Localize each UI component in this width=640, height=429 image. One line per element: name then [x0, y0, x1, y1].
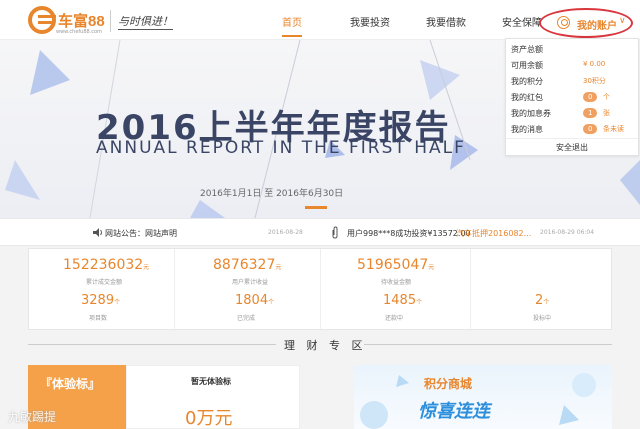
- invest-feed-link[interactable]: 汽车抵押2016082...: [456, 228, 531, 239]
- page: 车富88 www.chefu88.com 与时俱进！ 首页 我要投资 我要借款 …: [0, 0, 640, 429]
- stat-count: 1485个: [383, 293, 423, 308]
- logo-mark-icon: [28, 6, 56, 34]
- carousel-dot-active[interactable]: [305, 206, 327, 209]
- user-icon: [557, 16, 570, 29]
- invest-feed-date: 2016-08-29 06:04: [540, 229, 595, 236]
- balance-value: ¥ 0.00: [583, 60, 606, 68]
- stat-count-caption: 还款中: [385, 315, 404, 322]
- stat-bidding: 2个 投标中: [471, 249, 612, 331]
- divider-line: [364, 344, 612, 345]
- divider-line: [28, 344, 276, 345]
- watermark-text: 九敏踢提: [8, 410, 57, 424]
- site-header: 车富88 www.chefu88.com 与时俱进！ 首页 我要投资 我要借款 …: [0, 0, 640, 40]
- platform-stats: 152236032元 累计成交金额 3289个 项目数 8876327元 用户累…: [28, 248, 612, 331]
- badge-unit: 张: [603, 109, 610, 117]
- carousel-indicator[interactable]: [305, 206, 345, 210]
- slogan: 与时俱进！: [118, 15, 173, 30]
- nav-borrow[interactable]: 我要借款: [426, 14, 466, 29]
- dropdown-label: 我的红包: [511, 93, 543, 102]
- points-mall-slogan: 惊喜连连: [418, 401, 490, 422]
- banner-date: 2016年1月1日 至 2016年6月30日: [200, 189, 344, 199]
- stat-count: 3289个: [81, 293, 121, 308]
- points-mall-banner[interactable]: 积分商城 惊喜连连: [354, 365, 612, 429]
- count-badge: 0: [583, 92, 598, 102]
- invest-feed-text: 用户998***8成功投资¥13572.00: [347, 229, 471, 238]
- stat-caption: 用户累计收益: [232, 279, 269, 286]
- stat-value: 51965047元: [357, 257, 435, 273]
- logo-divider: [110, 10, 111, 32]
- points-value: 30积分: [583, 77, 606, 85]
- stat-value: 8876327元: [213, 257, 282, 273]
- dropdown-total-assets[interactable]: 资产总额: [511, 41, 635, 57]
- stat-value: 152236032元: [63, 257, 150, 273]
- count-badge: 1: [583, 108, 598, 118]
- no-trial-label: 暂无体验标: [191, 377, 231, 386]
- dropdown-balance[interactable]: 可用余额 ¥ 0.00: [511, 57, 635, 73]
- dropdown-messages[interactable]: 我的消息 0 条未读: [511, 121, 635, 137]
- dropdown-label: 资产总额: [511, 45, 543, 54]
- dropdown-points[interactable]: 我的积分 30积分: [511, 73, 635, 89]
- nav-home[interactable]: 首页: [282, 14, 302, 37]
- finance-zone-title: 理 财 专 区: [284, 339, 367, 352]
- my-account-label: 我的账户: [577, 21, 617, 32]
- logo-url: www.chefu88.com: [56, 29, 102, 35]
- notice-date: 2016-08-28: [268, 229, 303, 236]
- finance-zone-header: 理 财 专 区: [0, 334, 640, 354]
- badge-unit: 个: [603, 93, 610, 101]
- stat-pending-earnings: 51965047元 待收益金额 1485个 还款中: [321, 249, 471, 331]
- dropdown-label: 我的积分: [511, 77, 543, 86]
- nav-security[interactable]: 安全保障: [502, 14, 542, 29]
- stat-count: 2个: [535, 293, 550, 308]
- stat-caption: 待收益金额: [381, 279, 412, 286]
- my-account-button[interactable]: 我的账户 ∨: [539, 8, 633, 38]
- stat-caption: 累计成交金额: [86, 279, 123, 286]
- stat-user-earnings: 8876327元 用户累计收益 1804个 已完成: [175, 249, 321, 331]
- speaker-icon: [93, 228, 102, 237]
- dropdown-label: 我的消息: [511, 125, 543, 134]
- dropdown-coupons[interactable]: 我的加息券 1 张: [511, 105, 635, 121]
- count-badge: 0: [583, 124, 598, 134]
- stat-count-caption: 已完成: [237, 315, 256, 322]
- stat-total-volume: 152236032元 累计成交金额 3289个 项目数: [29, 249, 175, 331]
- nav-invest[interactable]: 我要投资: [350, 14, 390, 29]
- paperclip-icon: [332, 226, 338, 239]
- stat-count-caption: 项目数: [89, 315, 108, 322]
- chevron-down-icon: ∨: [619, 16, 626, 26]
- dropdown-red-packets[interactable]: 我的红包 0 个: [511, 89, 635, 105]
- logo-text: 车富88: [58, 13, 105, 30]
- notice-bar: 网站公告：网站声明 2016-08-28 用户998***8成功投资¥13572…: [0, 218, 640, 246]
- site-logo[interactable]: 车富88 www.chefu88.com: [28, 6, 106, 36]
- trial-product-detail[interactable]: 暂无体验标 0万元: [126, 365, 300, 429]
- dropdown-label: 我的加息券: [511, 109, 551, 118]
- trial-product-title: 『体验标』: [40, 377, 101, 391]
- stat-count: 1804个: [235, 293, 275, 308]
- notice-link[interactable]: 网站公告：网站声明: [105, 228, 177, 239]
- account-dropdown: 资产总额 可用余额 ¥ 0.00 我的积分 30积分 我的红包 0 个 我的加息…: [505, 38, 639, 156]
- dropdown-label: 可用余额: [511, 61, 543, 70]
- stat-count-caption: 投标中: [533, 315, 552, 322]
- banner-subtitle: ANNUAL REPORT IN THE FIRST HALF: [96, 138, 466, 158]
- badge-unit: 条未读: [603, 125, 624, 133]
- trial-amount: 0万元: [185, 408, 233, 429]
- logout-button[interactable]: 安全退出: [506, 138, 638, 156]
- points-mall-title: 积分商城: [424, 377, 473, 391]
